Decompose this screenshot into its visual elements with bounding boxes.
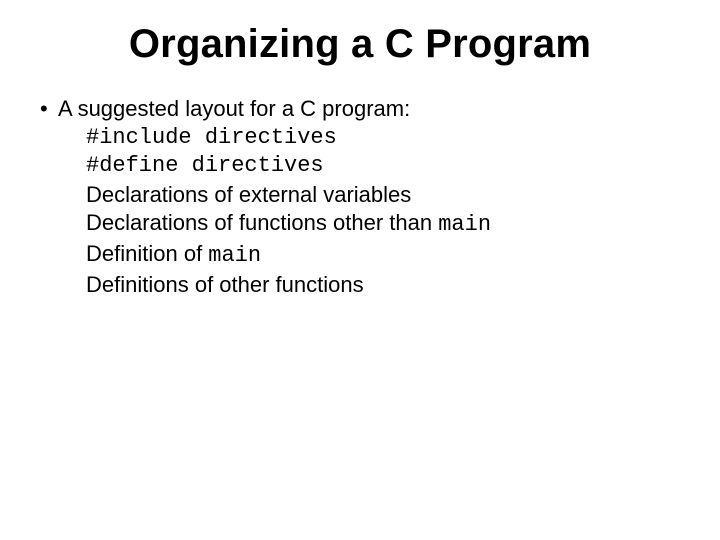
layout-line-def-other: Definitions of other functions: [86, 271, 680, 300]
bullet-text: A suggested layout for a C program:: [58, 95, 410, 124]
layout-line-decl-functions: Declarations of functions other than mai…: [86, 209, 680, 240]
layout-line-external-vars: Declarations of external variables: [86, 181, 680, 210]
layout-line-define: #define directives: [86, 152, 680, 181]
layout-line-decl-functions-text: Declarations of functions other than: [86, 210, 438, 235]
code-main-2: main: [208, 243, 261, 268]
bullet-item: • A suggested layout for a C program:: [40, 95, 680, 124]
slide-title: Organizing a C Program: [40, 22, 680, 67]
bullet-dot: •: [40, 95, 58, 124]
code-main-1: main: [438, 212, 491, 237]
layout-line-def-main: Definition of main: [86, 240, 680, 271]
slide: Organizing a C Program • A suggested lay…: [0, 0, 720, 540]
slide-body: • A suggested layout for a C program: #i…: [40, 95, 680, 299]
layout-line-def-main-text: Definition of: [86, 241, 208, 266]
layout-line-include: #include directives: [86, 124, 680, 153]
